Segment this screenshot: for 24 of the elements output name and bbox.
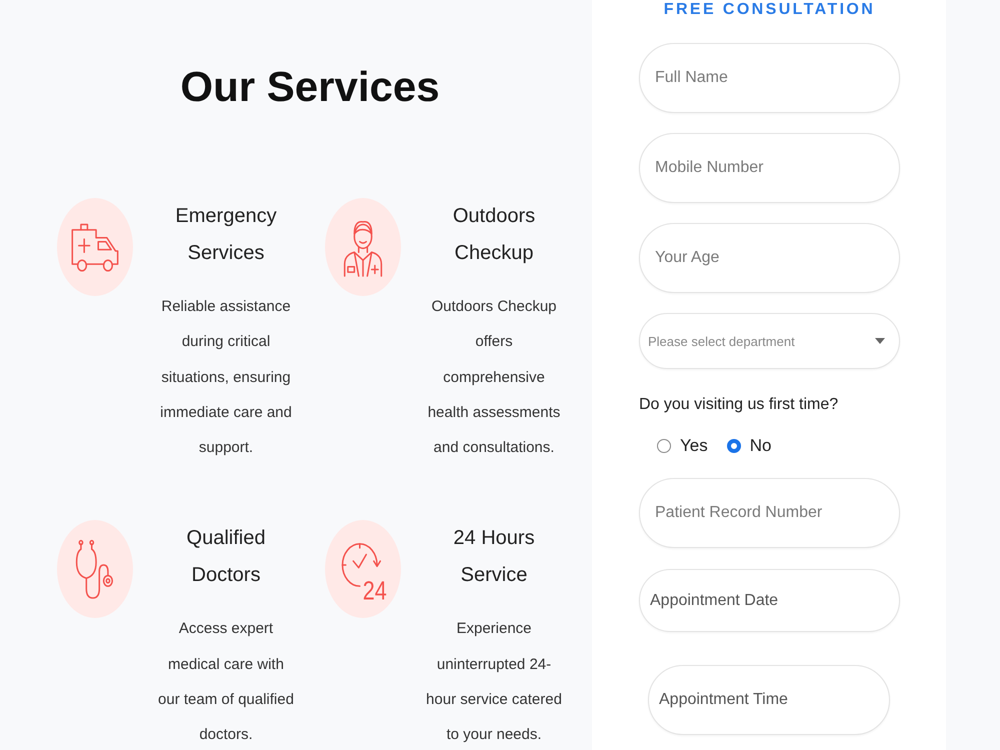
service-description: Reliable assistance during critical situations, ensuring immediate care and support. (159, 297, 293, 458)
radio-label[interactable]: No (750, 434, 772, 458)
form-title: FREE CONSULTATION (662, 0, 876, 20)
text-field[interactable]: Patient Record Number (639, 478, 900, 548)
service-description: Access expert medical care with our team of qualified doctors. (157, 619, 295, 746)
service-title: Qualified Doctors (186, 526, 266, 588)
service-title: 24 Hours Service (452, 526, 536, 588)
department-dropdown[interactable]: Please select department (639, 313, 900, 369)
radio-button[interactable] (657, 439, 671, 453)
radio-label[interactable]: Yes (680, 434, 708, 458)
time-field[interactable]: Appointment Time (648, 665, 890, 735)
radio-button[interactable] (726, 439, 741, 453)
service-description: Experience uninterrupted 24-hour service catered to your needs. (425, 619, 563, 746)
date-field[interactable]: Appointment Date (639, 569, 900, 632)
section-title: Our Services (180, 62, 440, 112)
caret-icon (875, 338, 885, 344)
text-field[interactable]: Your Age (639, 223, 900, 293)
text-field[interactable]: Mobile Number (639, 133, 900, 203)
clock-icon: 24 (325, 520, 401, 618)
service-description: Outdoors Checkup offers comprehensive health assessments and consultations. (426, 297, 562, 458)
service-title: Emergency Services (174, 204, 278, 266)
service-title: Outdoors Checkup (452, 204, 536, 266)
text-field[interactable]: Full Name (639, 43, 900, 113)
question-label: Do you visiting us first time? (639, 395, 840, 415)
